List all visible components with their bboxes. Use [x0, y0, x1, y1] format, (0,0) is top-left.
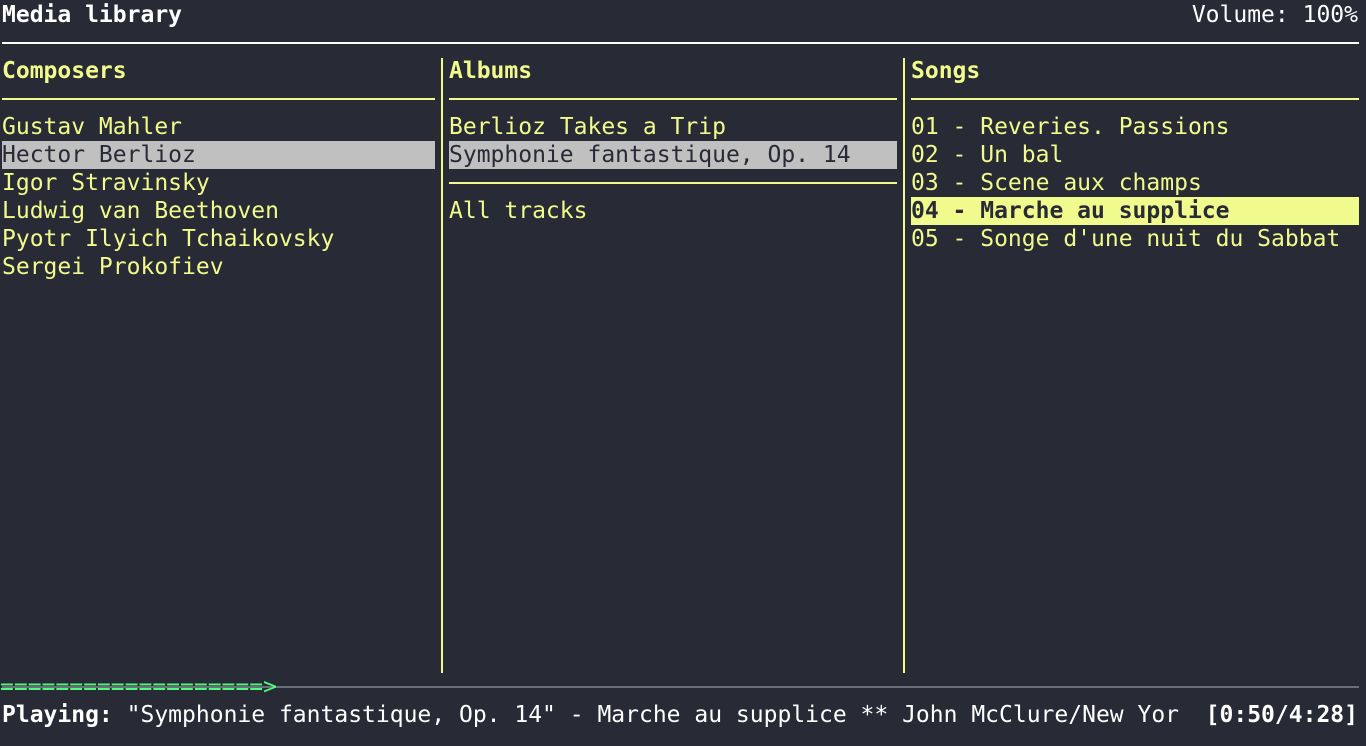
composer-item-prokofiev[interactable]: Sergei Prokofiev — [2, 253, 435, 281]
songs-heading-rule — [911, 98, 1359, 100]
now-playing-line: Playing: "Symphonie fantastique, Op. 14"… — [2, 701, 1179, 729]
album-item-berlioz-takes-a-trip[interactable]: Berlioz Takes a Trip — [449, 113, 897, 141]
album-item-all-tracks[interactable]: All tracks — [449, 197, 897, 225]
composer-item-tchaikovsky[interactable]: Pyotr Ilyich Tchaikovsky — [2, 225, 435, 253]
composers-heading: Composers — [2, 58, 127, 84]
song-item-01[interactable]: 01 - Reveries. Passions — [911, 113, 1359, 141]
composer-item-mahler[interactable]: Gustav Mahler — [2, 113, 435, 141]
song-item-04-playing[interactable]: 04 - Marche au supplice — [911, 197, 1359, 225]
song-item-02[interactable]: 02 - Un bal — [911, 141, 1359, 169]
column-separator-1 — [441, 58, 443, 673]
composer-item-beethoven[interactable]: Ludwig van Beethoven — [2, 197, 435, 225]
songs-heading: Songs — [911, 58, 981, 84]
song-item-05[interactable]: 05 - Songe d'une nuit du Sabbat — [911, 225, 1359, 253]
app-title: Media library — [2, 2, 183, 28]
playing-label: Playing: — [2, 702, 113, 728]
playback-time: [0:50/4:28] — [1201, 701, 1358, 729]
album-item-symphonie-fantastique[interactable]: Symphonie fantastique, Op. 14 — [449, 141, 897, 169]
albums-heading-rule — [449, 98, 897, 100]
composer-item-berlioz[interactable]: Hector Berlioz — [2, 141, 435, 169]
volume-label: Volume: — [1191, 2, 1289, 28]
header-divider — [2, 42, 1359, 44]
composers-heading-rule — [2, 98, 435, 100]
albums-divider — [449, 182, 897, 184]
volume-value: 100% — [1302, 2, 1358, 28]
volume-indicator: Volume: 100% — [1192, 1, 1358, 29]
albums-heading: Albums — [449, 58, 533, 84]
song-item-03[interactable]: 03 - Scene aux champs — [911, 169, 1359, 197]
progress-bar[interactable]: ===================> — [0, 673, 277, 701]
terminal-window: Media library Volume: 100% Composers Gus… — [0, 0, 1366, 746]
composer-item-stravinsky[interactable]: Igor Stravinsky — [2, 169, 435, 197]
column-separator-2 — [903, 58, 905, 673]
playing-text: "Symphonie fantastique, Op. 14" - Marche… — [126, 702, 1180, 728]
